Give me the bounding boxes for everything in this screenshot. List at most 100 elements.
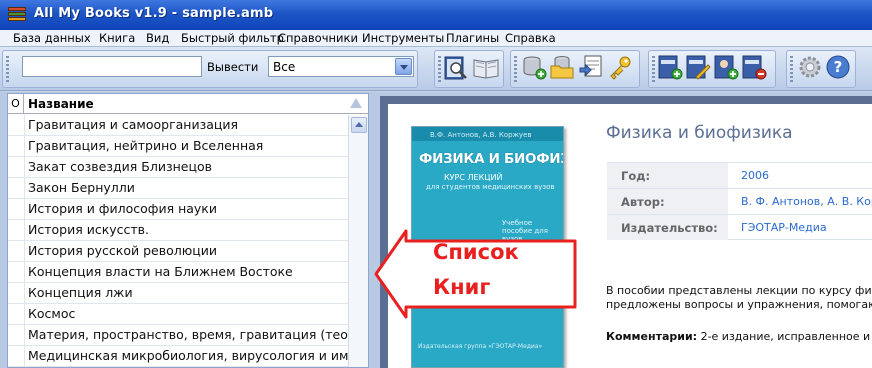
help-button[interactable]: ?	[824, 53, 852, 81]
toolbar-grip[interactable]	[6, 56, 9, 84]
apply-filter-button[interactable]: Вывести	[207, 60, 258, 74]
delete-book-icon	[742, 55, 767, 80]
property-label: Издательство:	[607, 215, 728, 240]
add-user-button[interactable]	[712, 53, 740, 81]
list-item[interactable]: История русской революции	[8, 241, 348, 262]
menu-view[interactable]: Вид	[146, 31, 169, 45]
cover-title: ФИЗИКА И БИОФИЗИКА	[419, 151, 563, 167]
property-row-publisher: Издательство: ГЭОТАР-Медиа	[607, 214, 872, 240]
comment-text: 2-е издание, исправленное и допол	[700, 330, 872, 343]
filter-select[interactable]: Все	[268, 56, 414, 77]
export-button[interactable]	[578, 53, 606, 81]
property-label: Год:	[607, 163, 728, 188]
edit-book-button[interactable]	[684, 53, 712, 81]
search-input[interactable]	[22, 56, 202, 77]
list-item[interactable]: Закон Бернулли	[8, 178, 348, 199]
open-book-button[interactable]	[472, 53, 500, 81]
list-item[interactable]: Концепция власти на Ближнем Востоке	[8, 262, 348, 283]
books-app-icon	[8, 7, 26, 23]
search-book-icon	[444, 56, 467, 80]
folder-db-button[interactable]	[548, 53, 576, 81]
menu-database[interactable]: База данных	[13, 31, 91, 45]
column-header-name[interactable]: Название	[28, 94, 94, 114]
description-line: предложены вопросы и упражнения, помогаю…	[606, 298, 872, 311]
toolbar-grip[interactable]	[514, 56, 517, 84]
property-row-year: Год: 2006	[607, 162, 872, 188]
property-value-year[interactable]: 2006	[731, 163, 769, 182]
sort-ascending-icon	[350, 98, 362, 108]
cover-publisher: Издательская группа «ГЭОТАР-Медиа»	[418, 343, 543, 350]
book-list-callout: Список Книг	[372, 227, 577, 321]
list-item-title: История русской революции	[28, 243, 217, 258]
book-description: В пособии представлены лекции по курсу ф…	[606, 284, 872, 312]
property-row-author: Автор: В. Ф. Антонов, А. В. Корж	[607, 188, 872, 214]
list-item-title: История искусств.	[28, 222, 150, 237]
menu-references[interactable]: Справочники	[278, 31, 358, 45]
list-item-title: Гравитация и самоорганизация	[28, 117, 239, 132]
list-item[interactable]: Гравитация и самоорганизация	[8, 115, 348, 136]
filter-select-value: Все	[273, 60, 296, 74]
menu-tools[interactable]: Инструменты	[362, 31, 444, 45]
list-item[interactable]: Материя, пространство, время, гравитация…	[8, 325, 348, 346]
list-item[interactable]: Концепция лжи	[8, 283, 348, 304]
list-item[interactable]: Гравитация, нейтрино и Вселенная	[8, 136, 348, 157]
list-scrollbar[interactable]	[348, 115, 368, 367]
new-book-button[interactable]	[656, 53, 684, 81]
open-book-icon	[473, 59, 499, 79]
add-database-icon	[523, 56, 547, 80]
column-header-o[interactable]: О	[8, 94, 24, 114]
list-item-title: Материя, пространство, время, гравитация…	[28, 327, 348, 342]
help-icon: ?	[826, 55, 850, 79]
list-item[interactable]: Закат созвездия Близнецов	[8, 157, 348, 178]
key-icon	[610, 56, 631, 80]
toolbar-grip[interactable]	[438, 56, 441, 84]
list-item[interactable]: История искусств.	[8, 220, 348, 241]
folder-db-icon	[550, 56, 574, 79]
list-item[interactable]: История и философия науки	[8, 199, 348, 220]
property-value-publisher[interactable]: ГЭОТАР-Медиа	[731, 215, 827, 234]
svg-text:?: ?	[834, 58, 843, 76]
list-item-title: История и философия науки	[28, 201, 217, 216]
cover-subtitle-2: для студентов медицинских вузов	[426, 183, 555, 191]
window-title: All My Books v1.9 - sample.amb	[34, 6, 274, 21]
callout-line-2: Книг	[433, 275, 491, 299]
property-value-author[interactable]: В. Ф. Антонов, А. В. Корж	[731, 189, 872, 208]
menu-book[interactable]: Книга	[99, 31, 135, 45]
menu-quick-filter[interactable]: Быстрый фильтр	[181, 31, 284, 45]
add-user-icon	[714, 55, 739, 80]
description-line: В пособии представлены лекции по курсу ф…	[606, 284, 872, 297]
menu-help[interactable]: Справка	[505, 31, 556, 45]
chevron-down-icon[interactable]	[395, 58, 412, 75]
scroll-up-icon[interactable]	[351, 117, 367, 133]
delete-book-button[interactable]	[740, 53, 768, 81]
cover-subtitle: КУРС ЛЕКЦИЙ	[444, 173, 503, 182]
callout-line-1: Список	[433, 240, 519, 264]
title-bar: All My Books v1.9 - sample.amb	[0, 0, 872, 30]
list-item-title: Гравитация, нейтрино и Вселенная	[28, 138, 264, 153]
list-item-title: Медицинская микробиология, вирусология и…	[28, 348, 348, 363]
list-item-title: Космос	[28, 306, 76, 321]
book-list: Гравитация и самоорганизация Гравитация,…	[8, 115, 348, 367]
book-title: Физика и биофизика	[606, 123, 793, 143]
book-list-panel: О Название Гравитация и самоорганизация …	[7, 93, 369, 368]
search-book-button[interactable]	[442, 53, 470, 81]
toolbar: Вывести Все ?	[0, 47, 872, 91]
list-header: О Название	[8, 94, 368, 114]
new-book-icon	[658, 55, 683, 80]
settings-button[interactable]	[796, 53, 824, 81]
edit-book-icon	[686, 55, 711, 80]
list-item-title: Концепция власти на Ближнем Востоке	[28, 264, 293, 279]
list-item[interactable]: Медицинская микробиология, вирусология и…	[8, 346, 348, 367]
comment-label: Комментарии:	[606, 330, 698, 343]
list-item-title: Закон Бернулли	[28, 180, 135, 195]
export-icon	[579, 55, 602, 77]
menu-bar: База данных Книга Вид Быстрый фильтр Спр…	[0, 30, 872, 47]
toolbar-grip[interactable]	[790, 56, 793, 84]
key-button[interactable]	[606, 53, 634, 81]
toolbar-grip[interactable]	[652, 56, 655, 84]
add-database-button[interactable]	[520, 53, 548, 81]
menu-plugins[interactable]: Плагины	[446, 31, 499, 45]
list-item[interactable]: Космос	[8, 304, 348, 325]
book-comment: Комментарии: 2-е издание, исправленное и…	[606, 330, 872, 343]
cover-authors: В.Ф. Антонов, А.В. Коржуев	[430, 131, 532, 139]
